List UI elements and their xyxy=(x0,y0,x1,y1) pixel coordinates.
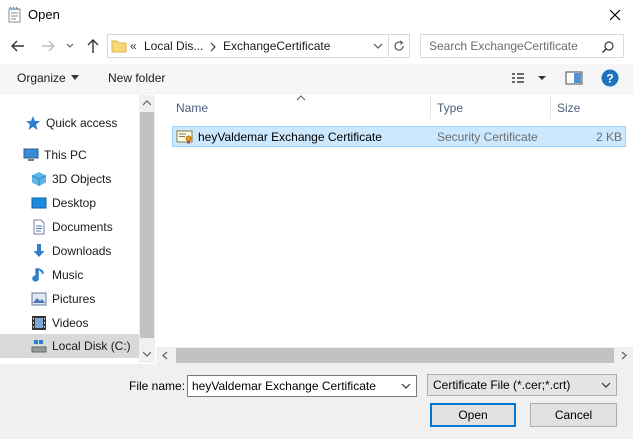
back-button[interactable] xyxy=(8,36,28,56)
search-input[interactable]: Search ExchangeCertificate xyxy=(420,34,624,58)
breadcrumb-local-disk[interactable]: Local Dis... xyxy=(144,39,203,53)
chevron-down-icon[interactable] xyxy=(401,383,411,389)
open-button[interactable]: Open xyxy=(430,403,516,427)
chevron-down-icon[interactable] xyxy=(372,42,384,52)
chevron-right-icon xyxy=(210,42,216,52)
desktop-icon xyxy=(31,197,47,209)
search-placeholder: Search ExchangeCertificate xyxy=(429,39,578,53)
preview-pane-icon xyxy=(565,71,583,85)
file-name-label: File name: xyxy=(129,379,186,393)
nav-item-label: Desktop xyxy=(52,196,97,210)
videos-icon xyxy=(32,316,46,330)
caret-down-icon xyxy=(70,75,79,80)
title-bar xyxy=(0,0,633,30)
computer-icon xyxy=(23,148,39,161)
nav-item-label: This PC xyxy=(44,148,87,162)
nav-scrollbar[interactable] xyxy=(139,95,155,363)
nav-item-label: Downloads xyxy=(52,244,112,258)
file-name-input[interactable]: heyValdemar Exchange Certificate xyxy=(187,375,417,397)
nav-item-documents[interactable]: Documents xyxy=(31,216,113,238)
column-divider[interactable] xyxy=(550,95,551,119)
file-type: Security Certificate xyxy=(437,130,538,144)
nav-item-label: 3D Objects xyxy=(52,172,112,186)
chevron-down-icon xyxy=(66,43,74,48)
file-name: heyValdemar Exchange Certificate xyxy=(198,130,382,144)
column-header-type[interactable]: Type xyxy=(437,101,463,115)
nav-item-label: Documents xyxy=(52,220,113,234)
document-icon xyxy=(33,219,45,235)
up-button[interactable] xyxy=(83,36,103,56)
nav-item-3d-objects[interactable]: 3D Objects xyxy=(31,168,111,190)
horizontal-scroll-thumb[interactable] xyxy=(176,348,614,363)
nav-item-label: Music xyxy=(52,268,84,282)
file-name-value: heyValdemar Exchange Certificate xyxy=(192,379,376,393)
help-icon: ? xyxy=(601,69,619,87)
folder-icon xyxy=(111,40,127,53)
search-icon xyxy=(602,41,614,53)
address-overflow[interactable]: « xyxy=(130,39,137,53)
scroll-right-icon[interactable] xyxy=(621,351,627,360)
nav-item-local-disk[interactable]: Local Disk (C:) xyxy=(31,335,131,357)
scroll-left-icon[interactable] xyxy=(162,351,168,360)
organize-label: Organize xyxy=(17,71,66,85)
nav-item-music[interactable]: Music xyxy=(31,264,83,286)
nav-item-label: Videos xyxy=(52,316,89,330)
nav-item-quick-access[interactable]: Quick access xyxy=(25,112,117,134)
pictures-icon xyxy=(31,292,47,306)
column-header-name[interactable]: Name xyxy=(176,101,208,115)
download-icon xyxy=(33,244,45,257)
file-type-select[interactable]: Certificate File (*.cer;*.crt) xyxy=(427,374,617,396)
music-icon xyxy=(32,268,44,282)
chevron-down-icon xyxy=(601,382,611,388)
forward-button[interactable] xyxy=(38,36,58,56)
close-icon xyxy=(609,9,621,21)
cancel-button-label: Cancel xyxy=(554,408,593,422)
column-header-size[interactable]: Size xyxy=(557,101,580,115)
nav-item-pictures[interactable]: Pictures xyxy=(31,288,95,310)
nav-scroll-thumb[interactable] xyxy=(140,112,154,338)
nav-item-label: Pictures xyxy=(52,292,96,306)
cancel-button[interactable]: Cancel xyxy=(530,403,617,427)
arrow-right-icon xyxy=(42,40,55,52)
file-size: 2 KB xyxy=(595,130,622,144)
certificate-icon xyxy=(176,130,193,144)
arrow-up-icon xyxy=(87,39,99,53)
arrow-left-icon xyxy=(11,40,24,52)
address-bar[interactable]: « Local Dis... ExchangeCertificate xyxy=(107,34,389,58)
file-list-horizontal-scrollbar[interactable] xyxy=(156,347,633,364)
preview-pane-button[interactable] xyxy=(565,70,583,89)
open-button-label: Open xyxy=(458,408,488,422)
sort-ascending-icon xyxy=(296,95,306,101)
scroll-down-icon[interactable] xyxy=(143,351,151,357)
nav-item-this-pc[interactable]: This PC xyxy=(23,144,87,166)
nav-item-label: Local Disk (C:) xyxy=(52,339,131,353)
close-button[interactable] xyxy=(600,3,630,27)
window-title: Open xyxy=(28,7,60,22)
disk-icon xyxy=(31,340,47,353)
nav-item-videos[interactable]: Videos xyxy=(31,312,88,334)
file-type-value: Certificate File (*.cer;*.crt) xyxy=(433,378,571,392)
help-button[interactable]: ? xyxy=(601,69,619,90)
details-view-icon xyxy=(512,73,546,83)
organize-button[interactable]: Organize xyxy=(17,71,79,85)
column-divider[interactable] xyxy=(430,95,431,119)
svg-text:?: ? xyxy=(606,72,613,86)
recent-locations-button[interactable] xyxy=(64,38,76,54)
file-row[interactable]: heyValdemar Exchange Certificate Securit… xyxy=(172,126,626,147)
scroll-up-icon[interactable] xyxy=(143,100,151,106)
nav-item-desktop[interactable]: Desktop xyxy=(31,192,96,214)
notepad-icon xyxy=(7,6,23,24)
refresh-icon xyxy=(394,40,404,51)
refresh-button[interactable] xyxy=(389,34,410,58)
breadcrumb-exchange-certificate[interactable]: ExchangeCertificate xyxy=(223,39,330,53)
new-folder-button[interactable]: New folder xyxy=(108,71,165,85)
nav-item-label: Quick access xyxy=(46,116,118,130)
cube-icon xyxy=(31,172,47,186)
nav-item-downloads[interactable]: Downloads xyxy=(31,240,111,262)
star-icon xyxy=(26,116,40,130)
view-options-button[interactable] xyxy=(511,71,549,88)
